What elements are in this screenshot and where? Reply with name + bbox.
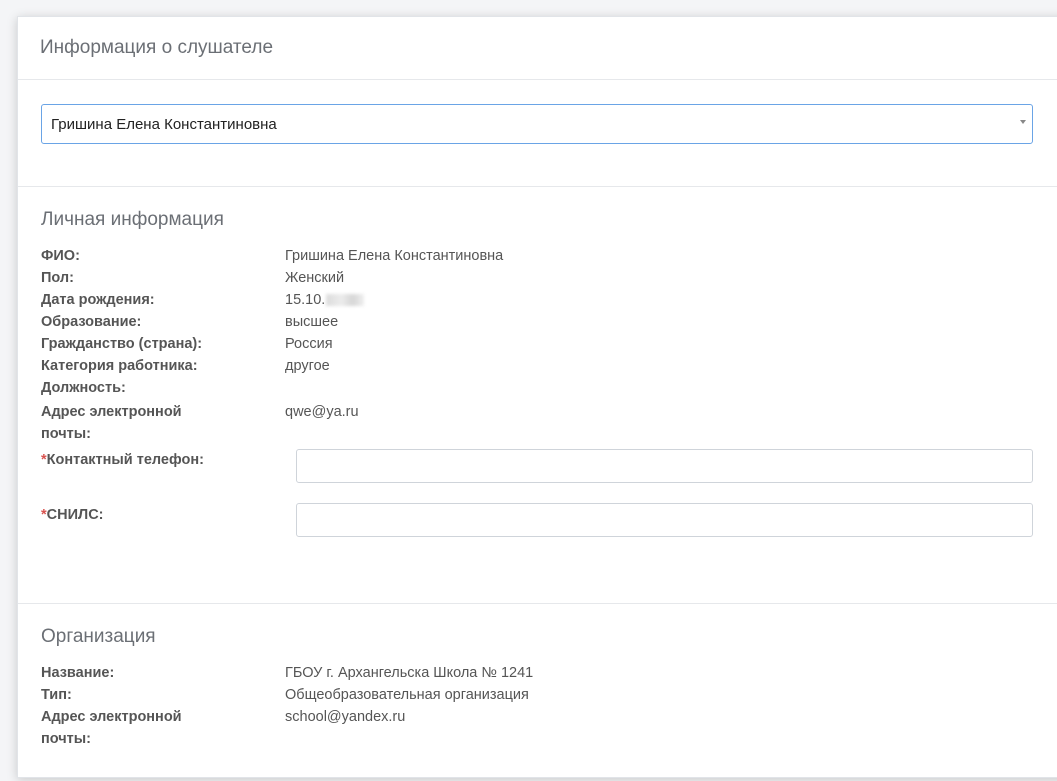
info-row-citizenship: Гражданство (страна): Россия [41,333,1054,355]
info-label: Адрес электронной почты: [41,709,182,747]
info-value-wrap: 15.10. [285,289,365,311]
phone-input[interactable] [296,449,1033,483]
info-label: Образование: [41,314,142,330]
info-value: Гришина Елена Константиновна [285,248,504,264]
info-value: Женский [285,270,345,286]
phone-label-text: Контактный телефон: [46,452,204,468]
info-value: school@yandex.ru [285,709,406,725]
listener-select-section: Гришина Елена Константиновна [18,80,1057,187]
info-row-birthdate: Дата рождения: 15.10. [41,289,1054,311]
info-value: высшее [285,314,339,330]
info-label: Пол: [41,270,74,286]
personal-info-rows: ФИО: Гришина Елена Константиновна Пол: Ж… [41,245,1054,537]
organization-rows: Название: ГБОУ г. Архангельска Школа № 1… [41,662,1054,750]
snils-input[interactable] [296,503,1033,537]
personal-info-section: Личная информация ФИО: Гришина Елена Кон… [18,187,1057,604]
snils-label-text: СНИЛС: [46,507,104,523]
info-label: Категория работника: [41,358,198,374]
phone-row: *Контактный телефон: [41,449,1054,483]
info-label: Должность: [41,380,126,396]
info-value: qwe@ya.ru [285,404,359,420]
redacted-year [326,294,365,307]
info-label-cell: Адрес электронной почты: [41,401,285,445]
info-value: ГБОУ г. Архангельска Школа № 1241 [285,665,534,681]
info-label: Гражданство (страна): [41,336,203,352]
info-row-email: Адрес электронной почты: qwe@ya.ru [41,401,1054,445]
info-value: Россия [285,336,333,352]
org-row-email: Адрес электронной почты: school@yandex.r… [41,706,1054,750]
info-row-fio: ФИО: Гришина Елена Константиновна [41,245,1054,267]
org-row-name: Название: ГБОУ г. Архангельска Школа № 1… [41,662,1054,684]
info-label: Адрес электронной почты: [41,404,182,442]
info-row-gender: Пол: Женский [41,267,1054,289]
organization-title: Организация [41,626,156,647]
info-label-cell: Адрес электронной почты: [41,706,285,750]
info-label: Дата рождения: [41,292,155,308]
chevron-down-icon[interactable] [1020,120,1026,124]
page: Информация о слушателе Гришина Елена Кон… [0,0,1057,781]
listener-select[interactable]: Гришина Елена Константиновна [41,104,1033,144]
birthdate-value: 15.10. [285,292,326,308]
snils-label: *СНИЛС: [41,503,296,527]
phone-label: *Контактный телефон: [41,449,296,471]
info-label: ФИО: [41,248,80,264]
personal-info-title: Личная информация [41,209,224,230]
info-value: другое [285,358,330,374]
info-label: Название: [41,665,115,681]
card-title: Информация о слушателе [18,17,1057,80]
info-row-category: Категория работника: другое [41,355,1054,377]
listener-select-value: Гришина Елена Константиновна [51,115,277,133]
info-row-education: Образование: высшее [41,311,1054,333]
organization-section: Организация Название: ГБОУ г. Архангельс… [18,604,1057,750]
org-row-type: Тип: Общеобразовательная организация [41,684,1054,706]
snils-row: *СНИЛС: [41,503,1054,537]
info-label: Тип: [41,687,72,703]
listener-info-card: Информация о слушателе Гришина Елена Кон… [17,16,1057,778]
info-value: Общеобразовательная организация [285,687,529,703]
info-row-position: Должность: [41,377,1054,399]
